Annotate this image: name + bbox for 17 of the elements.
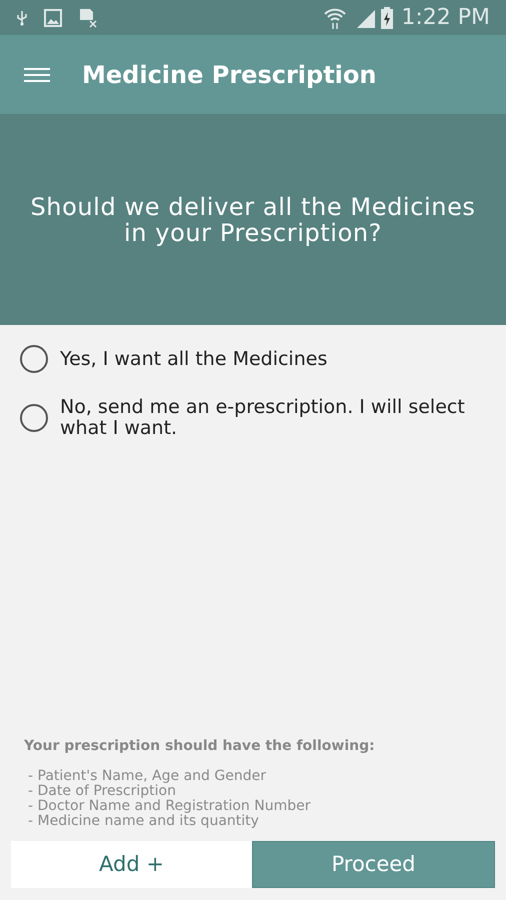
requirement-item: - Date of Prescription [28,784,177,799]
question-text: Should we deliver all the Medicines in your Prescription? [29,194,477,246]
radio-option[interactable]: Yes, I want all the Medicines [20,345,486,373]
signal-icon [355,8,378,28]
battery-icon [381,6,394,28]
status-time: 1:22 PM [401,4,490,32]
sim-card-icon [78,8,98,28]
requirements-heading: Your prescription should have the following: [24,737,376,756]
requirement-item: - Doctor Name and Registration Number [28,799,312,814]
requirement-item: - Patient's Name, Age and Gender [28,769,267,784]
image-icon [44,8,62,26]
radio-option[interactable]: No, send me an e-prescription. I will select what I want. [20,397,486,439]
usb-icon [16,10,28,26]
requirement-item: - Medicine name and its quantity [28,814,260,829]
action-button[interactable]: Add + [11,841,252,888]
menu-icon[interactable] [24,68,50,82]
app-title: Medicine Prescription [82,60,376,90]
